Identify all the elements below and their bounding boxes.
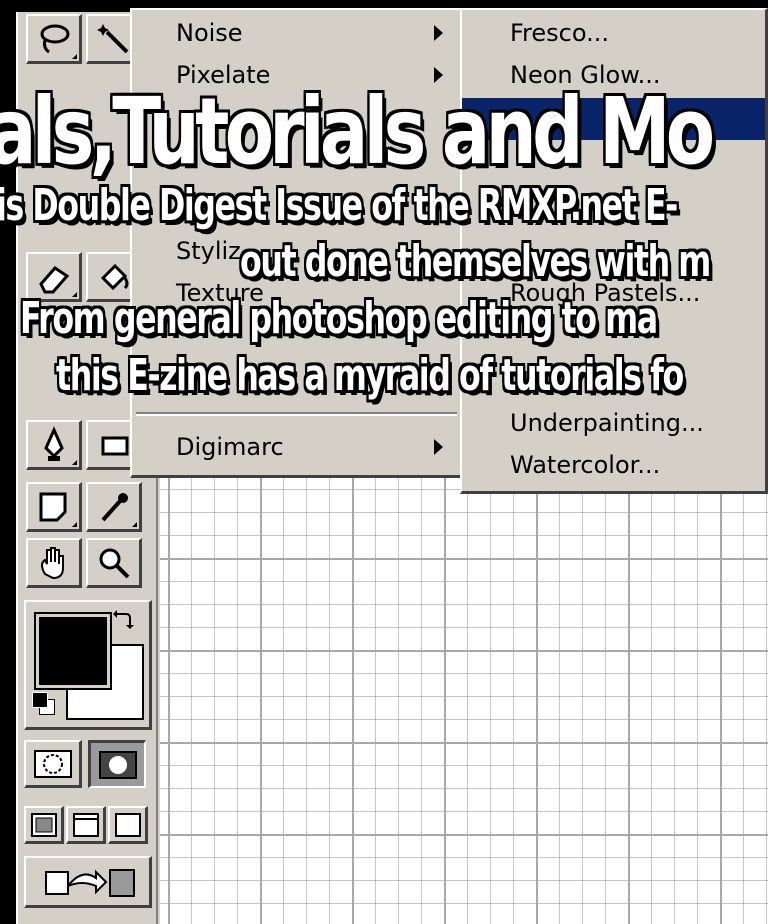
document-canvas-grid[interactable]: [160, 470, 768, 924]
hand-tool-button[interactable]: [26, 538, 82, 588]
menu-item-label: Watercolor...: [510, 451, 661, 479]
standard-screen-icon: [30, 812, 57, 837]
magnifier-icon: [99, 548, 129, 578]
full-screen-menu-icon: [72, 812, 99, 837]
menu-item-digimarc[interactable]: Digimarc: [132, 426, 461, 468]
full-screen-icon: [114, 812, 141, 837]
hand-icon: [40, 546, 64, 579]
overlay-line-3: From general photoshop editing to ma: [19, 292, 659, 345]
menu-item-label: Styliz: [176, 237, 241, 265]
submenu-arrow-icon: [434, 439, 443, 455]
swap-colors-icon[interactable]: [112, 608, 134, 630]
submenu-arrow-icon: [434, 25, 443, 41]
eraser-icon: [38, 265, 69, 293]
standard-mode-icon: [33, 749, 72, 778]
standard-screen-mode-button[interactable]: [24, 806, 64, 844]
pen-icon: [43, 425, 64, 461]
quick-mask-mode-button[interactable]: [88, 740, 146, 788]
notes-tool-button[interactable]: [26, 482, 82, 532]
lasso-icon: [40, 24, 69, 53]
menu-item-label: Underpainting...: [510, 409, 704, 437]
eyedropper-tool-button[interactable]: [86, 482, 142, 532]
zoom-tool-button[interactable]: [86, 538, 142, 588]
rectangle-icon: [101, 436, 128, 455]
pen-tool-button[interactable]: [26, 420, 82, 470]
menu-item-label: Digimarc: [176, 433, 284, 461]
full-screen-mode-button[interactable]: [108, 806, 148, 844]
jump-to-imageready-button[interactable]: [24, 856, 152, 908]
menu-item-label: Fresco...: [510, 19, 610, 47]
quick-mask-icon: [98, 750, 137, 779]
menu-item-watercolor[interactable]: Watercolor...: [462, 444, 765, 486]
lasso-tool-button[interactable]: [26, 14, 82, 64]
menu-separator: [136, 412, 457, 416]
color-swatches: [24, 600, 152, 730]
menu-item-label: Noise: [176, 19, 243, 47]
standard-mode-button[interactable]: [24, 740, 82, 788]
default-colors-icon[interactable]: [32, 692, 48, 708]
full-screen-menu-mode-button[interactable]: [66, 806, 106, 844]
overlay-headline: als,Tutorials and Mo: [0, 77, 716, 186]
menu-item-fresco[interactable]: Fresco...: [462, 12, 765, 54]
overlay-line-2: out done themselves with m: [239, 235, 712, 288]
magic-wand-icon: [96, 23, 128, 53]
menu-item-noise[interactable]: Noise: [132, 12, 461, 54]
jump-to-imageready-icon: [44, 868, 135, 897]
overlay-line-1: is Double Digest Issue of the RMXP.net E…: [0, 179, 679, 232]
overlay-line-4: this E-zine has a myraid of tutorials fo: [55, 349, 685, 402]
notes-icon: [39, 492, 66, 521]
menu-item-underpainting[interactable]: Underpainting...: [462, 402, 765, 444]
eyedropper-icon: [101, 492, 128, 521]
paint-bucket-icon: [100, 263, 128, 290]
foreground-color-swatch[interactable]: [34, 612, 112, 690]
